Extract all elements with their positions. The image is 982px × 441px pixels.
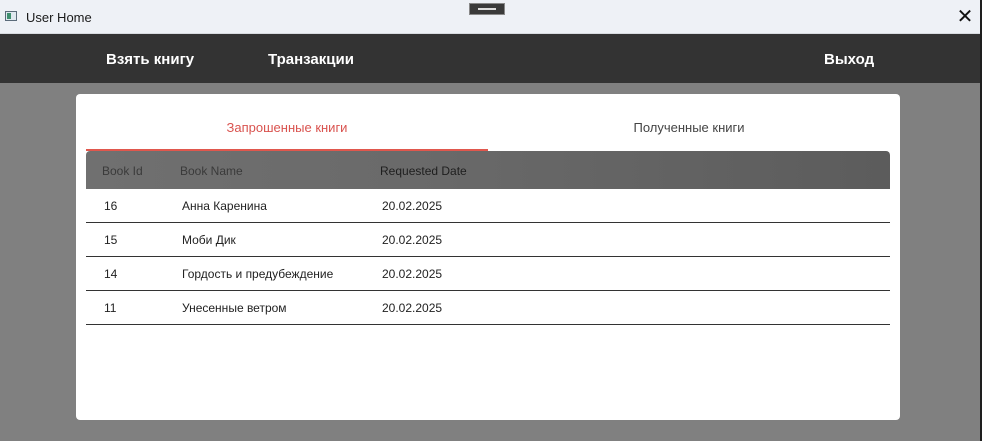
- tab-received-books[interactable]: Полученные книги: [488, 106, 890, 151]
- table-row[interactable]: 15 Моби Дик 20.02.2025: [86, 223, 890, 257]
- requested-books-table: Book Id Book Name Requested Date 16 Анна…: [86, 151, 890, 325]
- nav-exit[interactable]: Выход: [824, 34, 874, 83]
- nav-take-book[interactable]: Взять книгу: [106, 34, 194, 83]
- close-icon[interactable]: ✕: [952, 4, 978, 30]
- column-header-book-id[interactable]: Book Id: [102, 151, 143, 189]
- tab-bar: Запрошенные книги Полученные книги: [86, 106, 890, 151]
- table-row[interactable]: 16 Анна Каренина 20.02.2025: [86, 189, 890, 223]
- cell-book-name: Унесенные ветром: [182, 301, 287, 315]
- cell-book-name: Анна Каренина: [182, 199, 267, 213]
- title-bar[interactable]: User Home ✕: [0, 0, 980, 34]
- cell-requested-date: 20.02.2025: [382, 199, 443, 213]
- cell-requested-date: 20.02.2025: [382, 301, 443, 315]
- cell-book-name: Моби Дик: [182, 233, 236, 247]
- cell-requested-date: 20.02.2025: [382, 267, 443, 281]
- table-row[interactable]: 14 Гордость и предубеждение 20.02.2025: [86, 257, 890, 291]
- table-row[interactable]: 11 Унесенные ветром 20.02.2025: [86, 291, 890, 325]
- app-icon: [5, 11, 17, 21]
- column-header-book-name[interactable]: Book Name: [180, 151, 243, 189]
- drag-handle[interactable]: [469, 3, 505, 15]
- cell-book-id: 14: [104, 267, 118, 281]
- cell-book-name: Гордость и предубеждение: [182, 267, 334, 281]
- app-window: User Home ✕ Взять книгу Транзакции Выход…: [0, 0, 982, 441]
- cell-book-id: 15: [104, 233, 118, 247]
- nav-transactions[interactable]: Транзакции: [268, 34, 354, 83]
- content-card: Запрошенные книги Полученные книги Book …: [76, 94, 900, 420]
- window-title: User Home: [26, 10, 92, 25]
- tab-requested-books[interactable]: Запрошенные книги: [86, 106, 488, 151]
- cell-requested-date: 20.02.2025: [382, 233, 443, 247]
- cell-book-id: 16: [104, 199, 118, 213]
- table-header: Book Id Book Name Requested Date: [86, 151, 890, 189]
- backdrop-bottom: [0, 420, 980, 441]
- top-navbar: Взять книгу Транзакции Выход: [0, 34, 980, 83]
- cell-book-id: 11: [104, 301, 117, 315]
- column-header-requested-date[interactable]: Requested Date: [380, 151, 467, 189]
